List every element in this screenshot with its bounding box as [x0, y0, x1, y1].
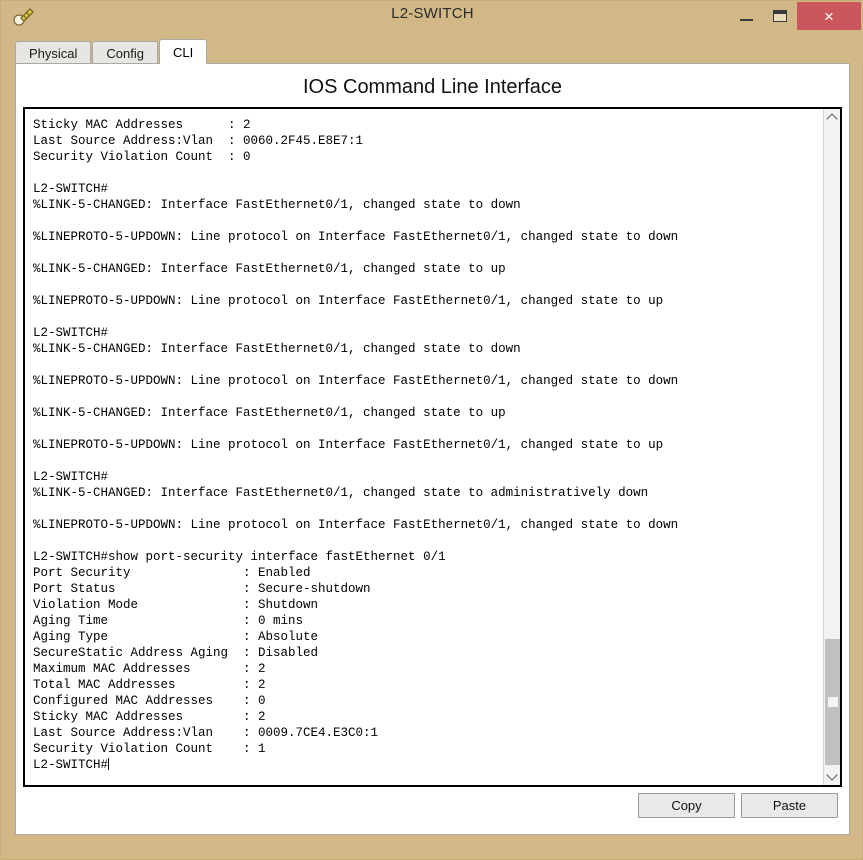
paste-button[interactable]: Paste	[741, 793, 838, 818]
close-icon: ×	[824, 6, 834, 26]
cli-panel: IOS Command Line Interface Sticky MAC Ad…	[15, 63, 850, 835]
terminal-prompt: L2-SWITCH#	[33, 757, 109, 772]
copy-button-label: Copy	[671, 798, 702, 813]
chevron-up-icon	[826, 113, 838, 125]
tab-config[interactable]: Config	[92, 41, 158, 64]
chevron-down-icon	[826, 769, 838, 781]
terminal-scrollbar[interactable]	[823, 109, 840, 785]
minimize-icon	[739, 18, 753, 21]
tab-physical[interactable]: Physical	[15, 41, 92, 64]
paste-button-label: Paste	[772, 798, 807, 813]
minimize-button[interactable]	[729, 1, 763, 31]
scrollbar-grip	[828, 697, 838, 707]
text-cursor	[108, 757, 110, 770]
terminal-output[interactable]: Sticky MAC Addresses : 2 Last Source Add…	[33, 117, 823, 773]
title-bar: L2-SWITCH ×	[1, 1, 863, 31]
tab-cli-label: CLI	[173, 44, 194, 60]
tab-strip: Physical Config CLI	[1, 31, 863, 64]
maximize-icon	[773, 10, 787, 22]
device-window: L2-SWITCH × Physical Config CLI IOS Comm…	[0, 0, 863, 860]
scroll-down-button[interactable]	[824, 768, 840, 785]
tab-physical-label: Physical	[29, 45, 78, 61]
terminal-console[interactable]: Sticky MAC Addresses : 2 Last Source Add…	[23, 107, 842, 787]
scrollbar-thumb[interactable]	[825, 639, 840, 765]
tab-config-label: Config	[106, 45, 144, 61]
tab-cli[interactable]: CLI	[159, 39, 208, 64]
close-button[interactable]: ×	[797, 2, 861, 30]
maximize-button[interactable]	[763, 1, 797, 31]
copy-button[interactable]: Copy	[638, 793, 735, 818]
scroll-up-button[interactable]	[824, 109, 840, 126]
page-title: IOS Command Line Interface	[302, 76, 562, 98]
